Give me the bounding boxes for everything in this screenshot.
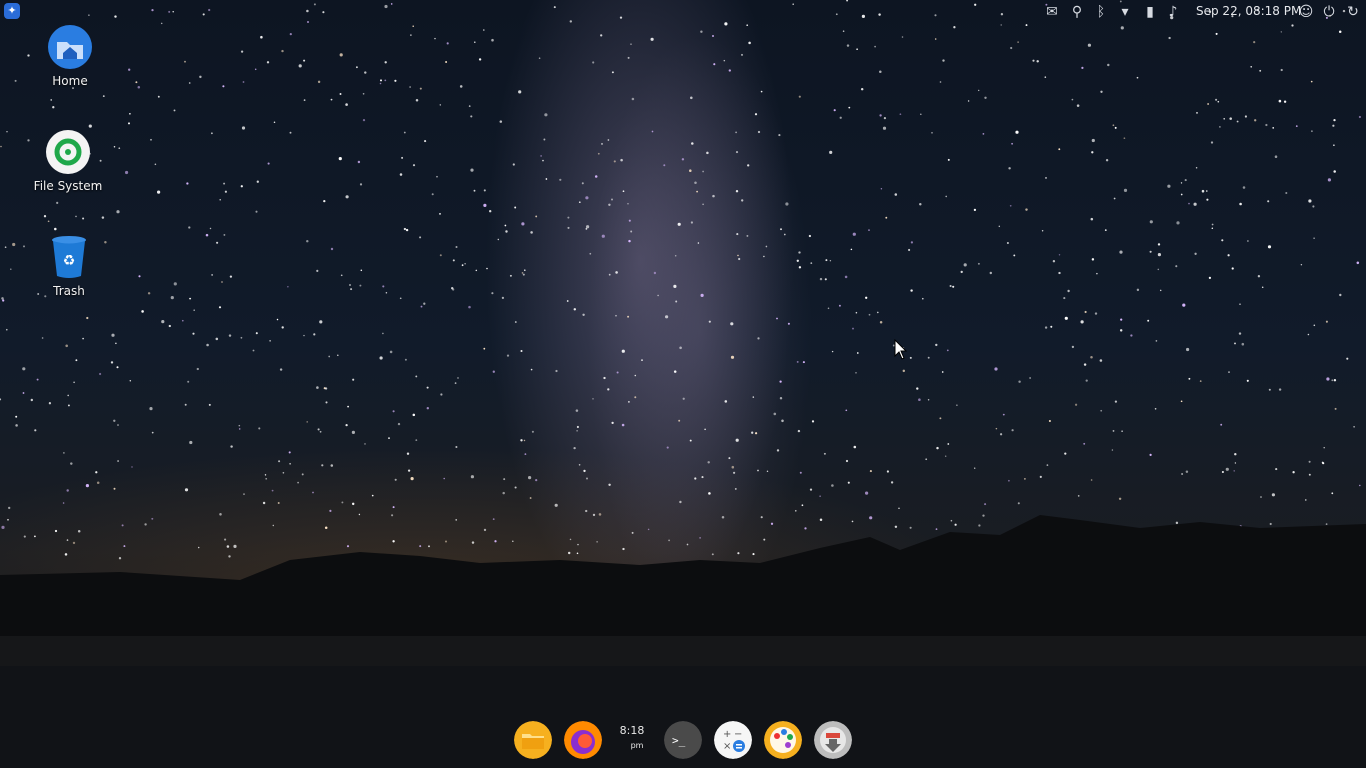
dock-clock-time: 8:18 (619, 724, 645, 737)
bluetooth-icon[interactable]: ᛒ (1092, 3, 1110, 21)
file-system-icon (46, 130, 90, 174)
dock-clock[interactable]: 8:18 pm (614, 724, 650, 760)
desktop-icon-label: File System (33, 179, 103, 193)
desktop-icon-file-system[interactable]: File System (23, 129, 113, 193)
calculator-icon[interactable]: + − × (714, 721, 752, 759)
desktop-icon-home[interactable]: Home (25, 24, 115, 88)
trash-icon: ♻ (52, 236, 86, 278)
file-manager-icon[interactable] (514, 721, 552, 759)
wallpaper (0, 0, 1366, 768)
svg-text:♻: ♻ (63, 253, 76, 269)
svg-text:×: × (723, 741, 731, 752)
stars (0, 0, 1361, 561)
clock[interactable]: Sep 22, 08:18 PM (1196, 4, 1301, 18)
firefox-icon[interactable] (564, 721, 602, 759)
mail-icon[interactable]: ✉ (1043, 3, 1061, 21)
dock-clock-ampm: pm (630, 741, 644, 750)
launcher-icon[interactable]: ✦ (4, 3, 20, 19)
paint-icon[interactable] (764, 721, 802, 759)
desktop-icon-label: Home (52, 74, 88, 88)
desktop-icon-trash[interactable]: ♻ Trash (24, 234, 114, 298)
wifi-icon[interactable]: ▾ (1116, 3, 1134, 21)
mouse-cursor (894, 339, 908, 360)
desktop-icon-label: Trash (53, 284, 85, 298)
terminal-icon[interactable]: >_ (664, 721, 702, 759)
svg-text:>_: >_ (672, 734, 686, 747)
lake-glow (0, 636, 1366, 666)
home-folder-icon (48, 25, 92, 69)
svg-text:+: + (723, 729, 731, 740)
location-icon[interactable]: ⚲ (1068, 3, 1086, 21)
volume-icon[interactable]: ♪ (1164, 3, 1182, 21)
svg-text:−: − (734, 729, 742, 740)
top-panel: ✦ ✉ ⚲ ᛒ ▾ ▮ ♪ Sep 22, 08:18 PM ☺ ⏻ ↻ (0, 0, 1366, 24)
power-icon[interactable]: ⏻ (1320, 3, 1338, 21)
installer-icon[interactable] (814, 721, 852, 759)
battery-icon[interactable]: ▮ (1141, 3, 1159, 21)
refresh-icon[interactable]: ↻ (1344, 3, 1362, 21)
dock: 8:18 pm >_ + − × (510, 718, 860, 764)
users-icon[interactable]: ☺ (1297, 3, 1315, 21)
